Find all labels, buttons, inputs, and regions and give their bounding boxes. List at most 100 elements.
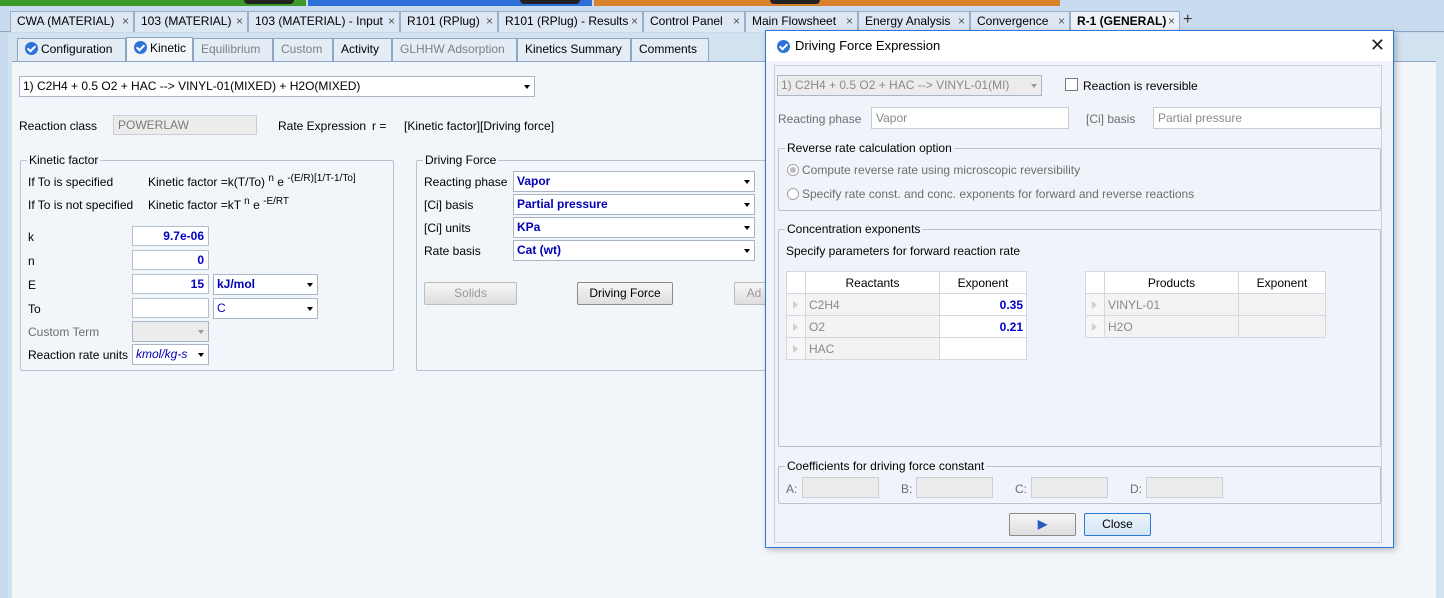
coef-c-label: C:: [1015, 482, 1027, 496]
reversible-checkbox[interactable]: [1065, 78, 1078, 91]
reactant-exponent-cell[interactable]: 0.21: [939, 315, 1027, 338]
formula-1-e: e: [277, 175, 284, 189]
rate-basis-select[interactable]: Cat (wt): [513, 240, 755, 261]
row-selector[interactable]: [786, 337, 806, 360]
tab-configuration[interactable]: Configuration: [17, 38, 126, 61]
tab-glhhw-adsorption[interactable]: GLHHW Adsorption: [392, 38, 517, 61]
chevron-down-icon: [744, 203, 750, 207]
tab-equilibrium[interactable]: Equilibrium: [193, 38, 273, 61]
doc-tab-control-panel[interactable]: Control Panel ×: [643, 11, 745, 32]
n-input[interactable]: 0: [132, 250, 209, 270]
chevron-down-icon: [307, 283, 313, 287]
tab-label: Custom: [281, 42, 323, 56]
close-tab-icon[interactable]: ×: [236, 12, 243, 31]
doc-tab-103-input[interactable]: 103 (MATERIAL) - Input ×: [248, 11, 400, 32]
k-label: k: [28, 230, 34, 244]
close-tab-icon[interactable]: ×: [486, 12, 493, 31]
rate-units-select[interactable]: kmol/kg-s: [132, 344, 209, 365]
product-name-cell: H2O: [1104, 315, 1239, 338]
doc-tab-convergence[interactable]: Convergence ×: [970, 11, 1070, 32]
table-row[interactable]: HAC: [786, 337, 1027, 360]
to-input[interactable]: [132, 298, 209, 318]
doc-tab-label: 103 (MATERIAL): [141, 14, 232, 28]
doc-tab-cwa[interactable]: CWA (MATERIAL) ×: [10, 11, 134, 32]
rate-basis-label: Rate basis: [424, 244, 481, 258]
row-header-cell: [1085, 271, 1105, 294]
row-selector[interactable]: [786, 315, 806, 338]
chevron-down-icon: [198, 330, 204, 334]
driving-force-button[interactable]: Driving Force: [577, 282, 673, 305]
formula-1-n: n: [268, 173, 274, 184]
k-input[interactable]: 9.7e-06: [132, 226, 209, 246]
chevron-down-icon: [198, 353, 204, 357]
reaction-class-field: POWERLAW: [113, 115, 257, 135]
formula-2-e: e: [253, 198, 260, 212]
close-tab-icon[interactable]: ×: [846, 12, 853, 31]
rate-units-label: Reaction rate units: [28, 348, 129, 362]
tab-label: Activity: [341, 42, 380, 56]
custom-term-select: [132, 321, 209, 342]
doc-tab-r101[interactable]: R101 (RPlug) ×: [400, 11, 498, 32]
table-row[interactable]: VINYL-01: [1085, 293, 1326, 316]
ci-basis-select[interactable]: Partial pressure: [513, 194, 755, 215]
table-row[interactable]: O2 0.21: [786, 315, 1027, 338]
e-input[interactable]: 15: [132, 274, 209, 294]
tab-custom[interactable]: Custom: [273, 38, 333, 61]
close-tab-icon[interactable]: ×: [122, 12, 129, 31]
reaction-select[interactable]: 1) C2H4 + 0.5 O2 + HAC --> VINYL-01(MIXE…: [19, 76, 535, 97]
tab-kinetics-summary[interactable]: Kinetics Summary: [517, 38, 631, 61]
ci-units-select[interactable]: KPa: [513, 217, 755, 238]
close-icon[interactable]: ✕: [1370, 36, 1385, 54]
close-tab-icon[interactable]: ×: [1168, 12, 1175, 31]
next-button[interactable]: ▶: [1009, 513, 1076, 536]
close-tab-icon[interactable]: ×: [733, 12, 740, 31]
close-tab-icon[interactable]: ×: [1058, 12, 1065, 31]
table-row[interactable]: H2O: [1085, 315, 1326, 338]
product-exponent-cell: [1238, 293, 1326, 316]
tab-activity[interactable]: Activity: [333, 38, 392, 61]
strip-button-1: [244, 0, 294, 4]
tab-label: Configuration: [41, 42, 113, 56]
reactant-exponent-cell[interactable]: [939, 337, 1027, 360]
row-selector[interactable]: [1085, 293, 1105, 316]
check-circle-icon: [25, 42, 38, 55]
ci-units-label: [Ci] units: [424, 221, 471, 235]
doc-tab-r101-results[interactable]: R101 (RPlug) - Results ×: [498, 11, 643, 32]
doc-tab-r1-general[interactable]: R-1 (GENERAL) ×: [1070, 11, 1180, 32]
close-button[interactable]: Close: [1084, 513, 1151, 536]
reactant-exponent-cell[interactable]: 0.35: [939, 293, 1027, 316]
formula-1: Kinetic factor =k(T/To) n e -(E/R)[1/T-1…: [148, 169, 356, 192]
reacting-phase-select[interactable]: Vapor: [513, 171, 755, 192]
formula-1-exp: -(E/R)[1/T-1/To]: [287, 173, 356, 184]
reverse-option-2-radio: [787, 188, 799, 200]
reverse-option-1-label: Compute reverse rate using microscopic r…: [802, 163, 1081, 177]
to-unit-value: C: [217, 301, 226, 315]
dialog-reaction-value: 1) C2H4 + 0.5 O2 + HAC --> VINYL-01(MI): [781, 78, 1010, 92]
concentration-exponents-title: Concentration exponents: [785, 222, 923, 236]
coefficients-title: Coefficients for driving force constant: [785, 459, 987, 473]
table-row[interactable]: C2H4 0.35: [786, 293, 1027, 316]
dialog-reacting-phase-label: Reacting phase: [778, 112, 862, 126]
exponent-column-header: Exponent: [939, 271, 1027, 294]
doc-tab-103[interactable]: 103 (MATERIAL) ×: [134, 11, 248, 32]
row-selector[interactable]: [786, 293, 806, 316]
doc-tab-energy-analysis[interactable]: Energy Analysis ×: [858, 11, 970, 32]
dialog-ci-basis-label: [Ci] basis: [1086, 112, 1136, 126]
tab-comments[interactable]: Comments: [631, 38, 709, 61]
e-unit-select[interactable]: kJ/mol: [213, 274, 318, 295]
tab-label: Equilibrium: [201, 42, 261, 56]
coef-b-label: B:: [901, 482, 913, 496]
close-tab-icon[interactable]: ×: [958, 12, 965, 31]
formula-2-n: n: [244, 196, 250, 207]
tab-kinetic[interactable]: Kinetic: [126, 37, 193, 62]
close-tab-icon[interactable]: ×: [631, 12, 638, 31]
row-selector[interactable]: [1085, 315, 1105, 338]
custom-term-label: Custom Term: [28, 325, 100, 339]
dialog-title: Driving Force Expression: [795, 38, 941, 53]
close-tab-icon[interactable]: ×: [388, 12, 395, 31]
rate-expression-r: r =: [372, 119, 387, 133]
new-tab-icon[interactable]: +: [1183, 12, 1192, 28]
dialog-reaction-select: 1) C2H4 + 0.5 O2 + HAC --> VINYL-01(MI): [777, 75, 1042, 96]
to-unit-select[interactable]: C: [213, 298, 318, 319]
doc-tab-main-flowsheet[interactable]: Main Flowsheet ×: [745, 11, 858, 32]
